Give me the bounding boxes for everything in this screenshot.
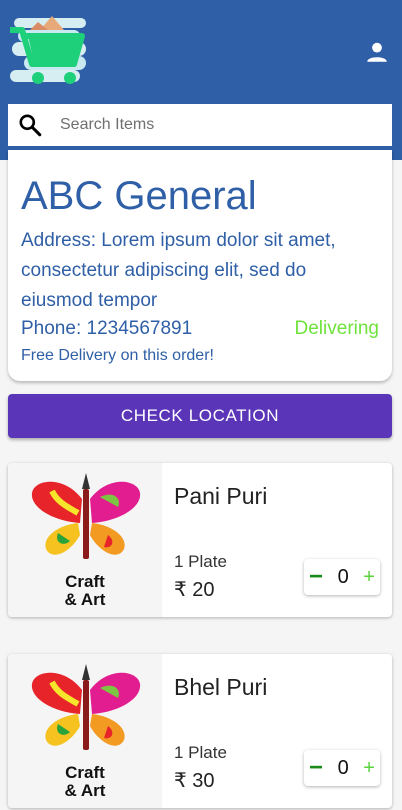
image-caption-line2: & Art [65, 781, 106, 800]
image-caption-line1: Craft [65, 763, 105, 782]
increase-quantity-button[interactable]: + [363, 758, 375, 778]
decrease-quantity-button[interactable]: − [309, 756, 323, 780]
search-icon [19, 114, 42, 137]
image-caption-line2: & Art [65, 590, 106, 609]
image-caption-line1: Craft [65, 572, 105, 591]
delivery-status: Delivering [294, 318, 379, 339]
product-unit: 1 Plate [174, 552, 227, 571]
product-price: ₹ 30 [174, 770, 215, 792]
free-delivery-note: Free Delivery on this order! [21, 347, 214, 364]
search-bar[interactable] [8, 104, 392, 146]
check-location-button[interactable]: CHECK LOCATION [8, 394, 392, 438]
product-name: Bhel Puri [174, 674, 268, 700]
search-input[interactable] [60, 116, 360, 134]
quantity-value: 0 [337, 565, 349, 588]
app-header [0, 0, 402, 160]
product-unit: 1 Plate [174, 743, 227, 762]
product-card[interactable]: Craft & Art Bhel Puri 1 Plate ₹ 30 − 0 + [8, 654, 392, 808]
quantity-stepper: − 0 + [304, 559, 380, 595]
increase-quantity-button[interactable]: + [363, 567, 375, 587]
store-info-card: ABC General Address: Lorem ipsum dolor s… [8, 150, 392, 381]
store-name: ABC General [21, 174, 257, 218]
quantity-value: 0 [337, 756, 349, 779]
product-image: Craft & Art [8, 463, 162, 617]
quantity-stepper: − 0 + [304, 750, 380, 786]
product-price: ₹ 20 [174, 579, 215, 601]
user-profile-icon[interactable] [364, 39, 390, 65]
product-name: Pani Puri [174, 483, 268, 509]
store-phone: Phone: 1234567891 [21, 318, 193, 339]
shopping-cart-logo-icon[interactable] [8, 12, 88, 90]
store-address: Address: Lorem ipsum dolor sit amet, con… [21, 230, 336, 311]
product-image: Craft & Art [8, 654, 162, 808]
decrease-quantity-button[interactable]: − [309, 565, 323, 589]
product-card[interactable]: Craft & Art Pani Puri 1 Plate ₹ 20 − 0 + [8, 463, 392, 617]
